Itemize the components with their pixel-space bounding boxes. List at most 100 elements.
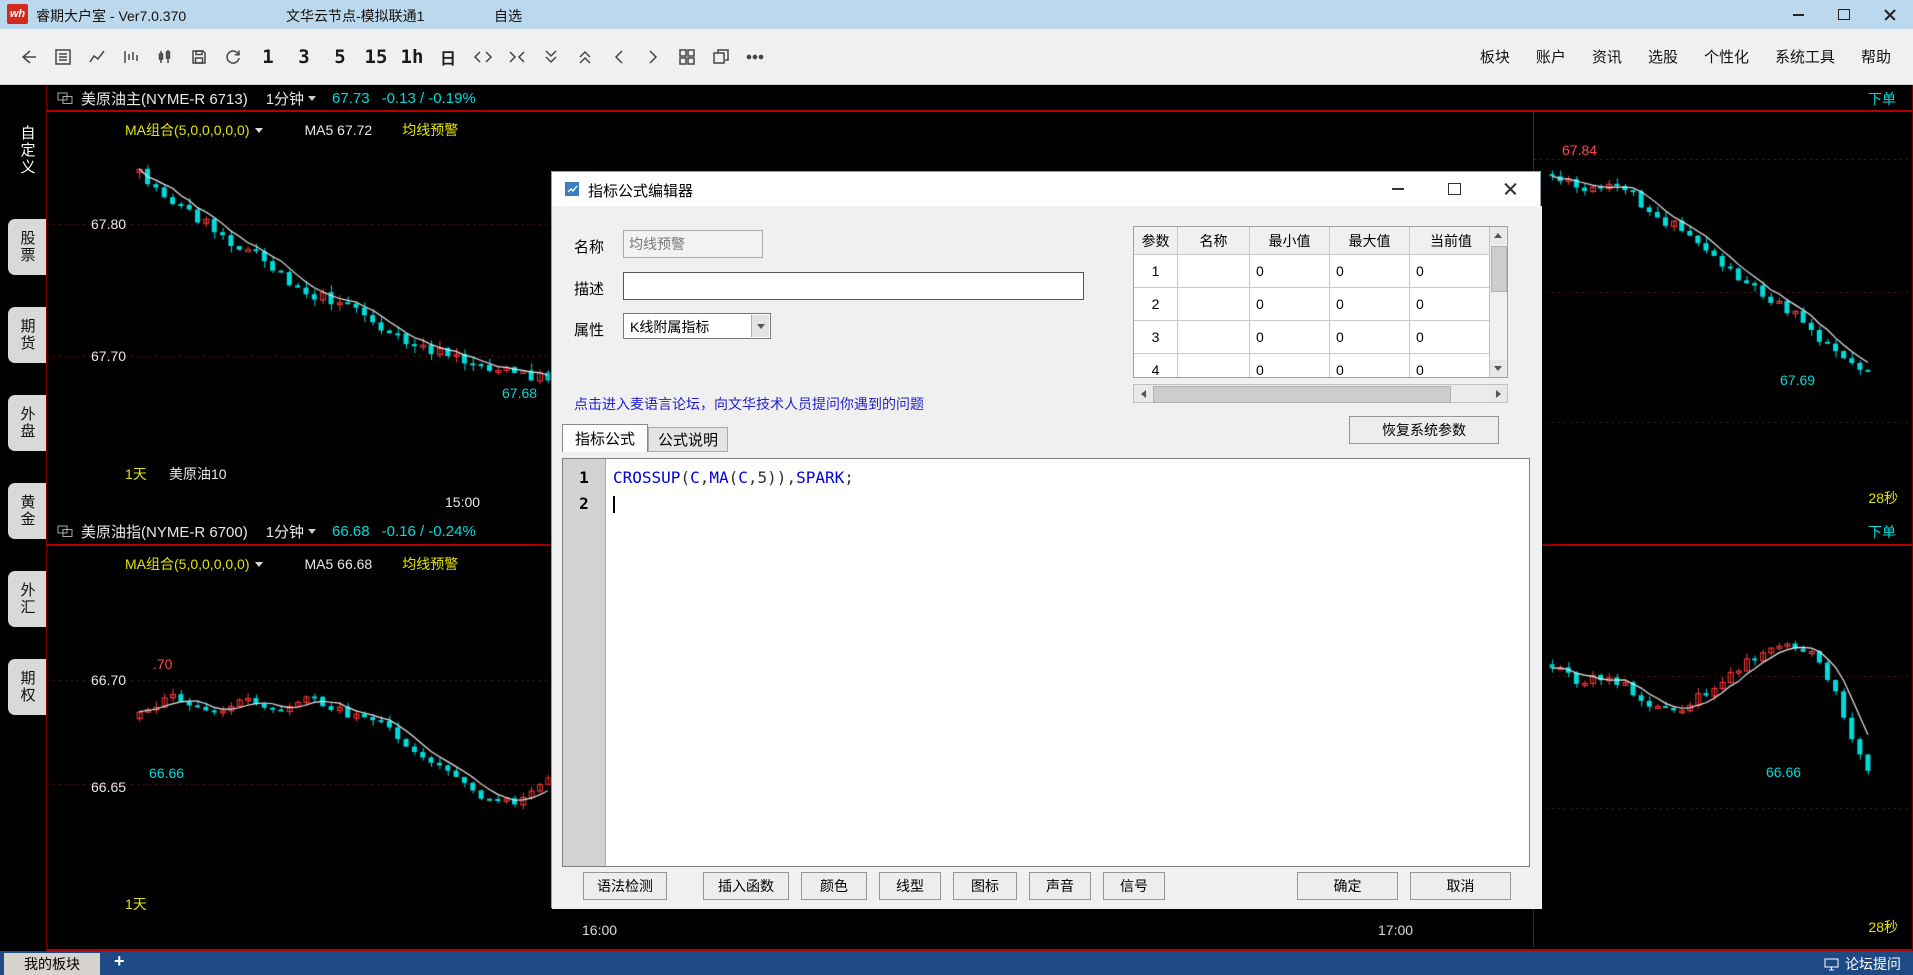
- table-vertical-scrollbar[interactable]: [1489, 227, 1507, 377]
- param-min-cell[interactable]: 0: [1250, 321, 1330, 354]
- tab-formula-description[interactable]: 公式说明: [648, 427, 728, 452]
- page-right-icon[interactable]: [636, 40, 670, 74]
- chevron-down-icon[interactable]: [308, 529, 317, 534]
- my-boards-tab[interactable]: 我的板块: [4, 953, 100, 975]
- candlestick-canvas-bottom-right[interactable]: [1534, 546, 1912, 947]
- ma-alert-label[interactable]: 均线预警: [402, 554, 458, 574]
- tick-chart-icon[interactable]: [114, 40, 148, 74]
- color-button[interactable]: 颜色: [801, 872, 867, 900]
- scroll-left-icon[interactable]: [1135, 386, 1151, 401]
- menu-stock-picker[interactable]: 选股: [1648, 46, 1678, 67]
- page-left-icon[interactable]: [602, 40, 636, 74]
- ma-settings-label[interactable]: MA组合(5,0,0,0,0,0): [125, 554, 250, 574]
- name-input[interactable]: [623, 230, 763, 258]
- period-15min-button[interactable]: 15: [358, 46, 394, 68]
- expand-horizontal-icon[interactable]: [466, 40, 500, 74]
- save-icon[interactable]: [182, 40, 216, 74]
- period-1hour-button[interactable]: 1h: [394, 46, 430, 68]
- param-name-cell[interactable]: [1178, 354, 1250, 377]
- sidebar-tab-futures[interactable]: 期货: [8, 307, 46, 363]
- trend-line-icon[interactable]: [80, 40, 114, 74]
- dialog-title-bar[interactable]: 指标公式编辑器: [552, 172, 1540, 206]
- scroll-down-icon[interactable]: [1490, 360, 1506, 377]
- sidebar-tab-options[interactable]: 期权: [8, 659, 46, 715]
- double-down-icon[interactable]: [534, 40, 568, 74]
- period-day-button[interactable]: 日: [430, 45, 466, 69]
- formula-code-editor[interactable]: 1 2 CROSSUP(C,MA(C,5)),SPARK;: [562, 458, 1530, 867]
- code-line-1[interactable]: CROSSUP(C,MA(C,5)),SPARK;: [613, 465, 854, 491]
- minimize-button[interactable]: [1775, 0, 1821, 29]
- param-max-cell[interactable]: 0: [1330, 321, 1410, 354]
- candlestick-icon[interactable]: [148, 40, 182, 74]
- param-min-cell[interactable]: 0: [1250, 354, 1330, 377]
- menu-system-tools[interactable]: 系统工具: [1775, 46, 1835, 67]
- param-name-cell[interactable]: [1178, 255, 1250, 288]
- scroll-right-icon[interactable]: [1490, 386, 1506, 401]
- duplicate-layout-icon[interactable]: [704, 40, 738, 74]
- chevron-down-icon[interactable]: [308, 96, 317, 101]
- attribute-select[interactable]: K线附属指标: [623, 313, 771, 339]
- sidebar-tab-overseas[interactable]: 外盘: [8, 395, 46, 451]
- symbol-name[interactable]: 美原油主(NYME-R 6713): [81, 88, 248, 109]
- ok-button[interactable]: 确定: [1297, 872, 1398, 900]
- sidebar-tab-stocks[interactable]: 股票: [8, 219, 46, 275]
- period-selector[interactable]: 1分钟: [266, 88, 304, 109]
- menu-news[interactable]: 资讯: [1592, 46, 1622, 67]
- chevron-down-icon[interactable]: [751, 315, 769, 337]
- signal-button[interactable]: 信号: [1103, 872, 1165, 900]
- period-selector[interactable]: 1分钟: [266, 521, 304, 542]
- menu-boards[interactable]: 板块: [1480, 46, 1510, 67]
- watchlist-title-tab[interactable]: 自选: [494, 6, 522, 26]
- restore-defaults-button[interactable]: 恢复系统参数: [1349, 416, 1499, 444]
- param-max-cell[interactable]: 0: [1330, 354, 1410, 377]
- param-name-cell[interactable]: [1178, 288, 1250, 321]
- param-current-cell[interactable]: 0: [1410, 255, 1492, 288]
- description-input[interactable]: [623, 272, 1084, 300]
- param-min-cell[interactable]: 0: [1250, 255, 1330, 288]
- icon-button[interactable]: 图标: [953, 872, 1017, 900]
- more-icon[interactable]: [738, 40, 772, 74]
- param-max-cell[interactable]: 0: [1330, 288, 1410, 321]
- period-5min-button[interactable]: 5: [322, 46, 358, 68]
- insert-function-button[interactable]: 插入函数: [703, 872, 789, 900]
- add-board-button[interactable]: +: [114, 951, 125, 972]
- param-current-cell[interactable]: 0: [1410, 354, 1492, 377]
- period-1min-button[interactable]: 1: [250, 46, 286, 68]
- tab-indicator-formula[interactable]: 指标公式: [562, 424, 648, 452]
- scrollbar-thumb[interactable]: [1153, 386, 1451, 403]
- refresh-icon[interactable]: [216, 40, 250, 74]
- symbol-name[interactable]: 美原油指(NYME-R 6700): [81, 521, 248, 542]
- ma-alert-label[interactable]: 均线预警: [402, 120, 458, 140]
- sidebar-tab-custom[interactable]: 自定义: [8, 113, 46, 187]
- range-label[interactable]: 1天: [125, 464, 147, 484]
- watchlist-icon[interactable]: [46, 40, 80, 74]
- sidebar-tab-gold[interactable]: 黄金: [8, 483, 46, 539]
- param-current-cell[interactable]: 0: [1410, 288, 1492, 321]
- range-label[interactable]: 1天: [125, 894, 147, 914]
- cancel-button[interactable]: 取消: [1410, 872, 1511, 900]
- menu-account[interactable]: 账户: [1536, 46, 1566, 67]
- code-line-2[interactable]: [613, 491, 615, 517]
- maximize-button[interactable]: [1821, 0, 1867, 29]
- chevron-down-icon[interactable]: [254, 127, 263, 133]
- sound-button[interactable]: 声音: [1029, 872, 1091, 900]
- period-3min-button[interactable]: 3: [286, 46, 322, 68]
- table-horizontal-scrollbar[interactable]: [1133, 384, 1508, 403]
- chevron-down-icon[interactable]: [254, 561, 263, 567]
- forum-help-link[interactable]: 点击进入麦语言论坛，向文华技术人员提问你遇到的问题: [574, 394, 924, 414]
- forum-ask-link[interactable]: 论坛提问: [1824, 954, 1901, 974]
- scroll-up-icon[interactable]: [1490, 227, 1506, 244]
- menu-personalize[interactable]: 个性化: [1704, 46, 1749, 67]
- menu-help[interactable]: 帮助: [1861, 46, 1891, 67]
- scrollbar-thumb[interactable]: [1491, 246, 1507, 292]
- order-button[interactable]: 下单: [1868, 522, 1896, 542]
- param-current-cell[interactable]: 0: [1410, 321, 1492, 354]
- grid-layout-icon[interactable]: [670, 40, 704, 74]
- param-max-cell[interactable]: 0: [1330, 255, 1410, 288]
- order-button[interactable]: 下单: [1868, 89, 1896, 109]
- dialog-close-button[interactable]: [1482, 172, 1538, 206]
- ma-settings-label[interactable]: MA组合(5,0,0,0,0,0): [125, 120, 250, 140]
- close-button[interactable]: [1867, 0, 1913, 29]
- dialog-maximize-button[interactable]: [1426, 172, 1482, 206]
- param-min-cell[interactable]: 0: [1250, 288, 1330, 321]
